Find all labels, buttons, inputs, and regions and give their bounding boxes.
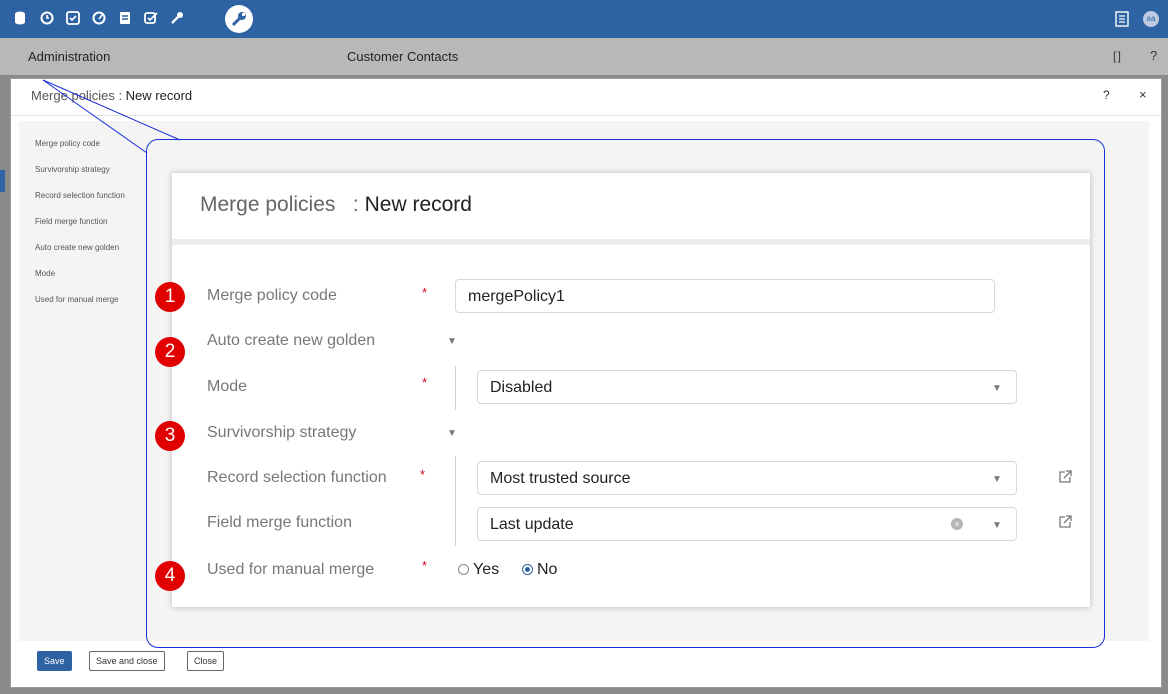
zoom-title-separator: :: [352, 193, 359, 216]
checklist-icon[interactable]: [66, 11, 80, 25]
field-merge-dropdown-icon[interactable]: ▼: [992, 520, 1002, 531]
zoom-title: Merge policies : New record: [200, 193, 472, 217]
help-icon[interactable]: ?: [1150, 48, 1157, 63]
radio-yes[interactable]: Yes: [458, 561, 499, 579]
record-selection-function-select[interactable]: Most trusted source: [477, 461, 1017, 495]
dialog-help-icon[interactable]: ?: [1103, 88, 1110, 102]
step-marker-3: 3: [155, 421, 185, 451]
avatar[interactable]: aa: [1143, 11, 1159, 27]
breadcrumb-separator: :: [114, 88, 126, 103]
required-marker: *: [422, 285, 428, 300]
admin-title: Administration: [28, 49, 111, 64]
step-marker-1: 1: [155, 282, 185, 312]
auto-create-golden-label[interactable]: Auto create new golden: [207, 332, 375, 350]
breadcrumb-link[interactable]: Merge policies: [31, 88, 115, 103]
top-navigation-bar: aa: [0, 0, 1168, 38]
save-and-close-button[interactable]: Save and close: [89, 651, 165, 671]
group-divider: [455, 456, 456, 546]
wrench-icon[interactable]: [170, 11, 184, 25]
survivorship-strategy-label[interactable]: Survivorship strategy: [207, 424, 356, 442]
field-merge-function-label: Field merge function: [207, 514, 352, 531]
external-link-icon[interactable]: [1058, 470, 1072, 484]
required-marker: *: [422, 375, 428, 390]
dialog-header: Merge policies : New record ? ×: [11, 79, 1161, 116]
record-selection-function-label: Record selection function: [207, 469, 387, 486]
zoom-title-record: New record: [364, 193, 472, 216]
radio-no[interactable]: No: [522, 561, 557, 579]
mode-dropdown-icon[interactable]: ▼: [992, 383, 1002, 394]
close-button[interactable]: Close: [187, 651, 225, 671]
dialog-close-icon[interactable]: ×: [1139, 87, 1147, 102]
radio-no-label: No: [537, 561, 558, 578]
approve-icon[interactable]: [144, 11, 158, 25]
used-for-manual-merge-label: Used for manual merge: [207, 561, 375, 578]
breadcrumb-record: New record: [125, 88, 193, 103]
chevron-down-icon[interactable]: ▼: [447, 336, 457, 347]
group-divider: [455, 366, 456, 410]
required-marker: *: [422, 558, 428, 573]
step-marker-4: 4: [155, 561, 185, 591]
panel-icon[interactable]: [1115, 11, 1129, 27]
expand-icon[interactable]: [ ]: [1113, 49, 1121, 63]
mode-label: Mode: [207, 378, 248, 395]
radio-circle[interactable]: [458, 564, 469, 575]
record-selection-dropdown-icon[interactable]: ▼: [992, 474, 1002, 485]
clock-icon[interactable]: [40, 11, 54, 25]
merge-policy-code-label: Merge policy code: [207, 287, 337, 304]
sidebar-indicator: [0, 170, 5, 192]
field-merge-function-select[interactable]: Last update: [477, 507, 1017, 541]
report-icon[interactable]: [118, 11, 132, 25]
admin-center-title: Customer Contacts: [347, 49, 459, 64]
external-link-icon[interactable]: [1058, 515, 1072, 529]
required-marker: *: [420, 467, 426, 482]
gauge-icon[interactable]: [92, 11, 106, 25]
radio-circle-selected[interactable]: [522, 564, 533, 575]
zoom-title-entity: Merge policies: [200, 193, 336, 216]
zoom-header: Merge policies : New record: [172, 173, 1090, 245]
save-button[interactable]: Save: [37, 651, 72, 671]
mode-select[interactable]: Disabled: [477, 370, 1017, 404]
database-icon[interactable]: [14, 11, 28, 25]
administration-header: Administration Customer Contacts [ ] ?: [0, 38, 1168, 75]
admin-wrench-icon[interactable]: [225, 5, 253, 33]
radio-yes-label: Yes: [473, 561, 500, 578]
chevron-down-icon[interactable]: ▼: [447, 428, 457, 439]
dialog-title: Merge policies : New record: [31, 88, 192, 103]
clear-icon[interactable]: ×: [951, 518, 963, 530]
merge-policy-code-input[interactable]: mergePolicy1: [455, 279, 995, 313]
step-marker-2: 2: [155, 337, 185, 367]
